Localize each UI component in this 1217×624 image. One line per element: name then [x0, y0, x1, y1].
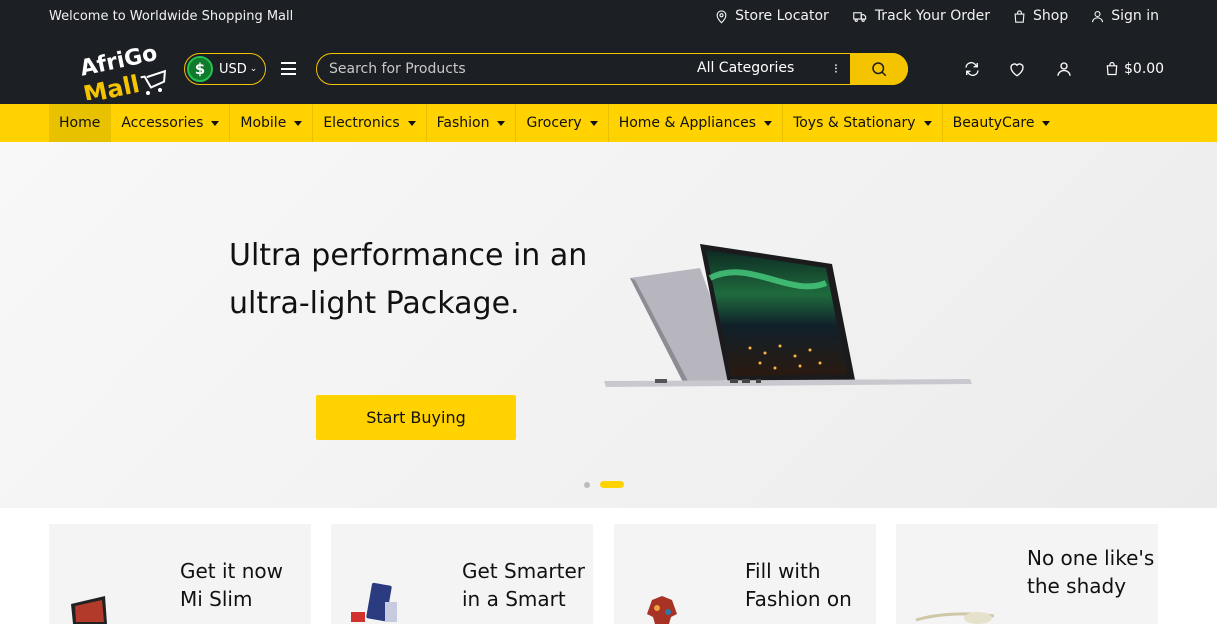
shirt-thumbnail [647, 596, 677, 624]
cta-label: Start Buying [366, 408, 466, 427]
user-icon [1092, 10, 1104, 22]
currency-label: USD [219, 61, 247, 77]
select-arrows-icon: ⁝ [833, 62, 838, 77]
caret-down-icon [589, 120, 598, 126]
laptop-image [604, 244, 972, 387]
shopping-bag-icon [1106, 61, 1118, 76]
search-input[interactable] [329, 61, 679, 77]
currency-selector[interactable]: $ USD ⌄ [184, 53, 266, 85]
truck-icon [853, 11, 866, 22]
caret-down-icon [1042, 120, 1051, 126]
laptop-thumbnail [71, 596, 107, 624]
category-nav: Home Accessories Mobile Electronics Fash… [0, 104, 1217, 142]
sign-in-label: Sign in [1111, 8, 1159, 24]
nav-label: Toys & Stationary [793, 115, 916, 131]
sunglasses-thumbnail [915, 612, 995, 624]
start-buying-button[interactable]: Start Buying [316, 395, 516, 440]
promo-text: No one like's the shady [1027, 546, 1155, 598]
top-bar: Welcome to Worldwide Shopping Mall Store… [0, 0, 1217, 34]
nav-label: Electronics [323, 115, 400, 131]
caret-down-icon [211, 120, 220, 126]
promo-card-fashion[interactable]: Fill with Fashion on [614, 524, 876, 624]
caret-down-icon [294, 120, 303, 126]
nav-item-mobile[interactable]: Mobile [230, 104, 314, 142]
store-locator-link[interactable]: Store Locator [714, 8, 829, 24]
search-bar: All Categories ⁝ [316, 52, 908, 85]
nav-item-electronics[interactable]: Electronics [313, 104, 427, 142]
promo-card-sunglasses[interactable]: No one like's the shady [896, 524, 1158, 624]
top-links: Store Locator Track Your Order Shop Sign… [714, 8, 1159, 24]
afrigo-mall-logo[interactable]: AfriGo Mall [78, 38, 174, 100]
main-header: AfriGo Mall $ USD ⌄ All Categories ⁝ $0.… [0, 34, 1217, 104]
welcome-text: Welcome to Worldwide Shopping Mall [49, 9, 294, 24]
sign-in-link[interactable]: Sign in [1090, 8, 1159, 24]
cart-total: $0.00 [1124, 60, 1165, 77]
shopping-bag-icon [1014, 9, 1025, 23]
hamburger-menu-icon[interactable] [281, 62, 296, 75]
search-button[interactable] [850, 52, 908, 85]
shop-link[interactable]: Shop [1012, 8, 1068, 24]
caret-down-icon [764, 120, 773, 126]
nav-label: Home [59, 115, 101, 131]
promo-text: Fill with Fashion on [745, 559, 852, 611]
nav-item-home-appliances[interactable]: Home & Appliances [609, 104, 784, 142]
promo-text: Get Smarter in a Smart [462, 559, 586, 611]
nav-item-beautycare[interactable]: BeautyCare [943, 104, 1061, 142]
account-button[interactable] [1055, 60, 1073, 82]
compare-button[interactable] [963, 60, 981, 82]
nav-item-grocery[interactable]: Grocery [516, 104, 609, 142]
caret-down-icon [497, 120, 506, 126]
promo-text: Get it now Mi Slim [180, 559, 284, 611]
slider-dot-2-active[interactable] [600, 481, 624, 488]
nav-label: BeautyCare [952, 115, 1035, 131]
chevron-down-icon: ⌄ [249, 64, 258, 74]
map-pin-icon [716, 9, 727, 24]
shop-label: Shop [1033, 8, 1069, 24]
nav-label: Mobile [240, 115, 287, 131]
promo-card-smart[interactable]: Get Smarter in a Smart [331, 524, 593, 624]
nav-label: Grocery [526, 115, 582, 131]
dollar-icon: $ [187, 56, 213, 82]
caret-down-icon [923, 120, 932, 126]
nav-item-accessories[interactable]: Accessories [111, 104, 231, 142]
user-icon [1057, 62, 1071, 76]
search-icon [872, 61, 887, 76]
cart-button[interactable]: $0.00 [1104, 60, 1164, 77]
category-label: All Categories [697, 60, 795, 76]
track-order-link[interactable]: Track Your Order [851, 8, 990, 24]
slider-dot-1[interactable] [584, 482, 590, 488]
track-order-label: Track Your Order [874, 8, 991, 24]
hero-banner: Ultra performance in an ultra-light Pack… [0, 142, 1217, 508]
compare-icon [965, 62, 979, 76]
hero-headline: Ultra performance in an ultra-light Pack… [229, 238, 588, 321]
nav-label: Home & Appliances [618, 115, 757, 131]
promo-card-mi-slim[interactable]: Get it now Mi Slim [49, 524, 311, 624]
store-locator-label: Store Locator [735, 8, 829, 24]
nav-item-fashion[interactable]: Fashion [427, 104, 517, 142]
nav-label: Accessories [121, 115, 204, 131]
wishlist-button[interactable] [1008, 60, 1026, 82]
nav-item-toys-stationary[interactable]: Toys & Stationary [783, 104, 943, 142]
heart-icon [1010, 63, 1024, 77]
nav-item-home[interactable]: Home [49, 104, 112, 142]
nav-label: Fashion [436, 115, 490, 131]
tablet-thumbnail [351, 582, 397, 622]
category-select[interactable]: All Categories ⁝ [697, 60, 838, 77]
caret-down-icon [407, 120, 416, 126]
